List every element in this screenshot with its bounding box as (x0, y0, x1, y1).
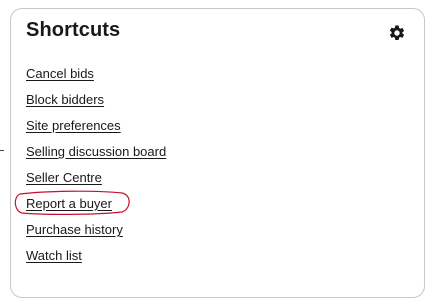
report-a-buyer-link[interactable]: Report a buyer (26, 196, 112, 211)
list-item: Cancel bids (26, 65, 166, 91)
list-item: Selling discussion board (26, 143, 166, 169)
list-item: Site preferences (26, 117, 166, 143)
gear-icon[interactable] (388, 24, 406, 42)
site-preferences-link[interactable]: Site preferences (26, 118, 121, 133)
block-bidders-link[interactable]: Block bidders (26, 92, 104, 107)
cancel-bids-link[interactable]: Cancel bids (26, 66, 94, 81)
purchase-history-link[interactable]: Purchase history (26, 222, 123, 237)
list-item: Seller Centre (26, 169, 166, 195)
list-item: Purchase history (26, 221, 166, 247)
watch-list-link[interactable]: Watch list (26, 248, 82, 263)
list-item: Report a buyer (26, 195, 166, 221)
shortcuts-panel: Shortcuts Cancel bids Block bidders Site… (10, 8, 425, 298)
list-item: Block bidders (26, 91, 166, 117)
panel-title: Shortcuts (26, 19, 121, 41)
seller-centre-link[interactable]: Seller Centre (26, 170, 102, 185)
list-item: Watch list (26, 247, 166, 273)
shortcut-links-list: Cancel bids Block bidders Site preferenc… (26, 65, 166, 273)
edge-tick-mark (0, 150, 4, 151)
selling-discussion-board-link[interactable]: Selling discussion board (26, 144, 166, 159)
